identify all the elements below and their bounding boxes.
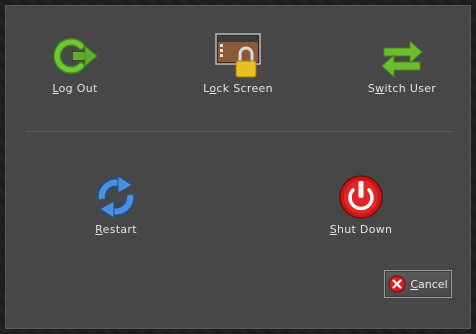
logout-dialog: Log Out Lock Screen Switch User Restart …	[5, 5, 471, 329]
switch-user-button[interactable]: Switch User	[342, 32, 462, 95]
lock-screen-button[interactable]: Lock Screen	[178, 32, 298, 95]
lock-screen-label: Lock Screen	[203, 82, 273, 95]
logout-icon	[53, 38, 98, 74]
logout-button[interactable]: Log Out	[15, 32, 135, 95]
cancel-button[interactable]: Cancel	[384, 270, 452, 298]
shutdown-button[interactable]: Shut Down	[301, 173, 421, 236]
separator	[26, 131, 452, 132]
restart-label: Restart	[95, 223, 137, 236]
shutdown-icon	[339, 175, 383, 219]
logout-label: Log Out	[52, 82, 98, 95]
cancel-label: Cancel	[410, 277, 448, 291]
shutdown-label: Shut Down	[329, 223, 393, 236]
switch-user-label: Switch User	[367, 82, 437, 95]
restart-icon	[97, 175, 135, 219]
lock-screen-icon	[215, 33, 261, 78]
switch-user-icon	[381, 39, 423, 79]
cancel-icon	[388, 275, 406, 293]
restart-button[interactable]: Restart	[56, 173, 176, 236]
